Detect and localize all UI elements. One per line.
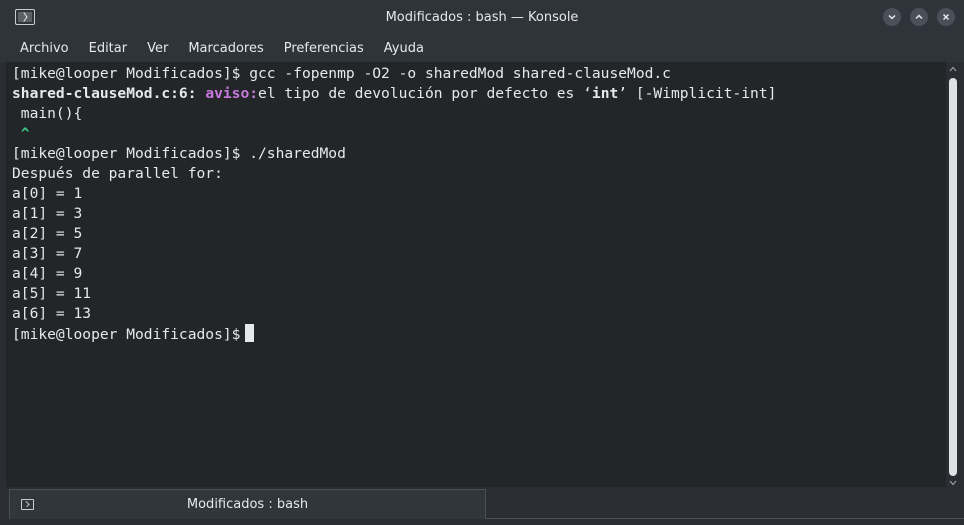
terminal-prompt-line: [mike@looper Modificados]$ xyxy=(12,324,255,344)
terminal-line: a[3] = 7 xyxy=(12,245,83,262)
tab-label: Modificados : bash xyxy=(186,497,309,512)
terminal-line: shared-clauseMod.c:6: aviso:el tipo de d… xyxy=(12,84,776,104)
scroll-up-button[interactable] xyxy=(947,64,959,74)
menu-editar[interactable]: Editar xyxy=(79,41,138,56)
menu-bar: Archivo Editar Ver Marcadores Preferenci… xyxy=(0,34,964,62)
menu-archivo[interactable]: Archivo xyxy=(0,41,79,56)
tab-divider xyxy=(486,518,964,519)
arrow-down-icon xyxy=(949,480,957,486)
terminal-line: Después de parallel for: xyxy=(12,165,223,182)
terminal-line: a[5] = 11 xyxy=(12,285,92,302)
menu-ver[interactable]: Ver xyxy=(137,41,178,56)
terminal-line: a[0] = 1 xyxy=(12,185,83,202)
terminal-line: a[4] = 9 xyxy=(12,265,83,282)
shell-prompt: [mike@looper Modificados]$ xyxy=(12,326,241,343)
text-cursor xyxy=(245,324,255,342)
menu-marcadores[interactable]: Marcadores xyxy=(178,41,273,56)
terminal-line: [mike@looper Modificados]$ ./sharedMod xyxy=(12,145,346,162)
window-title: Modificados : bash — Konsole xyxy=(385,9,579,25)
tab-modificados-bash[interactable]: Modificados : bash xyxy=(9,489,486,519)
terminal-line: [mike@looper Modificados]$ gcc -fopenmp … xyxy=(12,65,671,82)
minimize-button[interactable] xyxy=(883,8,901,26)
terminal-caret-line: ^ xyxy=(12,125,30,142)
konsole-app-icon[interactable] xyxy=(15,9,35,25)
terminal-output[interactable]: [mike@looper Modificados]$ gcc -fopenmp … xyxy=(6,62,946,487)
warning-keyword: int xyxy=(591,85,619,102)
warning-message-end: ’ [-Wimplicit-int] xyxy=(618,85,777,102)
close-button[interactable] xyxy=(937,8,955,26)
terminal-line: main(){ xyxy=(12,105,83,122)
close-icon xyxy=(942,13,950,21)
title-bar: Modificados : bash — Konsole xyxy=(0,0,964,34)
chevron-up-icon xyxy=(915,14,923,20)
warning-location: shared-clauseMod.c:6: xyxy=(12,85,197,102)
scrollbar-thumb[interactable] xyxy=(949,78,957,476)
warning-label: aviso: xyxy=(205,85,259,102)
chevron-down-icon xyxy=(888,14,896,20)
scrollbar[interactable] xyxy=(947,64,959,488)
maximize-button[interactable] xyxy=(910,8,928,26)
terminal-line: a[6] = 13 xyxy=(12,305,92,322)
warning-message: el tipo de devolución por defecto es ‘ xyxy=(258,85,592,102)
terminal-line: a[1] = 3 xyxy=(12,205,83,222)
arrow-up-icon xyxy=(949,66,957,72)
tab-bar: Modificados : bash xyxy=(0,487,964,525)
terminal-line: a[2] = 5 xyxy=(12,225,83,242)
menu-ayuda[interactable]: Ayuda xyxy=(374,41,434,56)
menu-preferencias[interactable]: Preferencias xyxy=(274,41,374,56)
